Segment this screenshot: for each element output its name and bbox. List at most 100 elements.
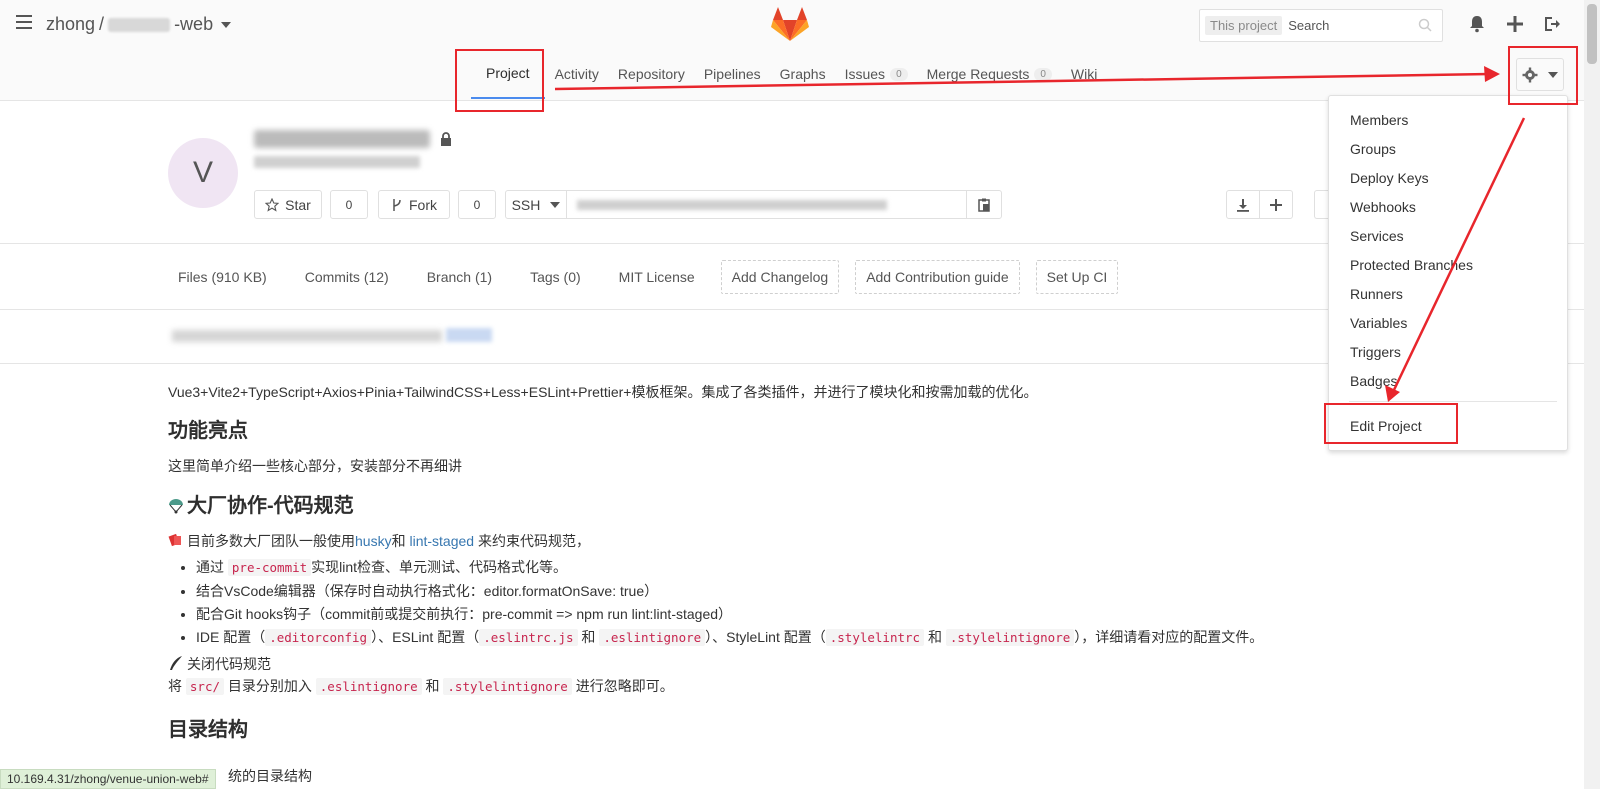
add-contribution-guide-button[interactable]: Add Contribution guide (855, 260, 1020, 294)
redacted-last-commit (172, 330, 442, 342)
li-text: ）、ESLint 配置（ (371, 629, 480, 646)
menu-item-protected-branches[interactable]: Protected Branches (1350, 257, 1473, 273)
inline-code: .stylelintrc (825, 629, 925, 647)
plus-icon (1270, 198, 1282, 211)
tab-repository[interactable]: Repository (618, 59, 685, 99)
clipboard-icon (978, 198, 990, 212)
inline-code: .eslintignore (599, 629, 706, 647)
download-button[interactable] (1226, 190, 1260, 219)
menu-item-groups[interactable]: Groups (1350, 141, 1396, 157)
tab-label: Pipelines (703, 66, 761, 82)
readme-highlights-text: 这里简单介绍一些核心部分，安装部分不再细讲 (168, 458, 462, 475)
sign-out-icon[interactable] (1542, 14, 1562, 34)
breadcrumb-project-suffix[interactable]: -web (174, 14, 213, 35)
tab-label: Activity (554, 66, 599, 82)
li-text: ）、StyleLint 配置（ (705, 629, 826, 646)
menu-item-runners[interactable]: Runners (1350, 286, 1403, 302)
husky-link[interactable]: husky (355, 533, 392, 549)
set-up-ci-button[interactable]: Set Up CI (1035, 260, 1119, 294)
browser-status-bar: 10.169.4.31/zhong/venue-union-web# (0, 769, 216, 789)
readme-close-title: 关闭代码规范 (168, 653, 1348, 675)
tab-issues[interactable]: Issues 0 (845, 59, 908, 99)
clone-protocol-select[interactable]: SSH (505, 190, 567, 219)
li-text: 目录分别加入 (227, 678, 312, 695)
menu-item-webhooks[interactable]: Webhooks (1350, 199, 1416, 215)
menu-item-members[interactable]: Members (1350, 112, 1408, 128)
license-link[interactable]: MIT License (619, 269, 695, 285)
menu-item-deploy-keys[interactable]: Deploy Keys (1350, 170, 1429, 186)
scrollbar-thumb[interactable] (1587, 4, 1597, 64)
redacted-commit-link[interactable] (446, 328, 492, 342)
bell-icon[interactable] (1467, 14, 1487, 34)
readme-heading-highlights: 功能亮点 (168, 420, 248, 443)
readme-content: Vue3+Vite2+TypeScript+Axios+Pinia+Tailwi… (168, 381, 1348, 754)
chevron-down-icon[interactable] (221, 21, 232, 28)
files-stat-link[interactable]: Files (910 KB) (178, 269, 267, 285)
commits-stat-link[interactable]: Commits (12) (305, 269, 389, 285)
tab-graphs[interactable]: Graphs (780, 59, 826, 99)
tab-label: Wiki (1070, 66, 1098, 82)
page-scrollbar[interactable] (1584, 0, 1600, 789)
tab-label: Issues (844, 66, 886, 82)
gitlab-logo[interactable] (771, 6, 809, 42)
li-text: 进行忽略即可。 (575, 678, 674, 695)
li-text: 实现lint检查、单元测试、代码格式化等。 (311, 559, 568, 576)
menu-item-variables[interactable]: Variables (1350, 315, 1407, 331)
inline-code: .editorconfig (265, 629, 372, 647)
fork-label: Fork (409, 196, 437, 213)
list-item: IDE 配置（.editorconfig）、ESLint 配置（.eslintr… (196, 626, 1348, 648)
readme-standards-list: 通过 pre-commit实现lint检查、单元测试、代码格式化等。 结合VsC… (196, 556, 1348, 649)
merge-requests-count-badge: 0 (1034, 67, 1052, 81)
li-text: 和 (927, 629, 942, 646)
settings-dropdown-menu: Members Groups Deploy Keys Webhooks Serv… (1328, 95, 1568, 451)
parachute-emoji-icon (169, 498, 183, 514)
li-text: 通过 (196, 559, 224, 576)
search-input[interactable]: This project Search (1199, 9, 1443, 42)
li-text: 和 (425, 678, 440, 695)
branch-stat-link[interactable]: Branch (1) (427, 269, 492, 285)
tags-stat-link[interactable]: Tags (0) (530, 269, 581, 285)
download-icon (1237, 198, 1249, 212)
clone-protocol-label: SSH (511, 196, 541, 213)
tab-merge-requests[interactable]: Merge Requests 0 (927, 59, 1052, 99)
project-stats-bar: Files (910 KB) Commits (12) Branch (1) T… (178, 260, 1134, 294)
list-item: 通过 pre-commit实现lint检查、单元测试、代码格式化等。 (196, 556, 1348, 578)
tab-label: Merge Requests (926, 66, 1030, 82)
search-scope-badge: This project (1205, 16, 1283, 35)
star-icon (265, 197, 280, 212)
close-title-text: 关闭代码规范 (187, 655, 271, 672)
bookmarks-emoji-icon (168, 533, 181, 546)
plus-icon[interactable] (1505, 14, 1525, 34)
chevron-down-icon (550, 201, 561, 208)
add-file-button[interactable] (1259, 190, 1293, 219)
menu-item-services[interactable]: Services (1350, 228, 1404, 244)
breadcrumb-user[interactable]: zhong (46, 14, 95, 35)
star-count[interactable]: 0 (330, 190, 368, 219)
inline-code: .stylelintignore (945, 629, 1075, 647)
inline-code: .eslintrc.js (479, 629, 578, 647)
tab-wiki[interactable]: Wiki (1071, 59, 1097, 99)
menu-item-triggers[interactable]: Triggers (1350, 344, 1401, 360)
add-changelog-button[interactable]: Add Changelog (720, 260, 840, 294)
breadcrumb-separator: / (99, 14, 105, 34)
li-text: 将 (168, 678, 182, 695)
copy-clone-url-button[interactable] (966, 190, 1002, 219)
readme-heading-structure: 目录结构 (168, 718, 248, 741)
menu-item-badges[interactable]: Badges (1350, 373, 1397, 389)
tab-activity[interactable]: Activity (555, 59, 599, 99)
lint-staged-link[interactable]: lint-staged (409, 533, 474, 549)
redacted-project-description (254, 156, 420, 168)
standards-suffix: 来约束代码规范， (477, 532, 590, 549)
tab-pipelines[interactable]: Pipelines (704, 59, 761, 99)
project-nav-tabs: Project Activity Repository Pipelines Gr… (471, 59, 1116, 99)
inline-code: src/ (185, 678, 224, 696)
fork-count[interactable]: 0 (458, 190, 496, 219)
hamburger-menu-icon[interactable] (16, 15, 32, 29)
redacted-project-title (254, 130, 430, 148)
tab-label: Repository (617, 66, 685, 82)
clone-url-field[interactable] (567, 190, 967, 219)
star-button[interactable]: Star (254, 190, 322, 219)
list-item: 配合Git hooks钩子（commit前或提交前执行：pre-commit =… (196, 603, 1348, 625)
fork-button[interactable]: Fork (378, 190, 450, 219)
and-text: 和 (391, 532, 406, 549)
